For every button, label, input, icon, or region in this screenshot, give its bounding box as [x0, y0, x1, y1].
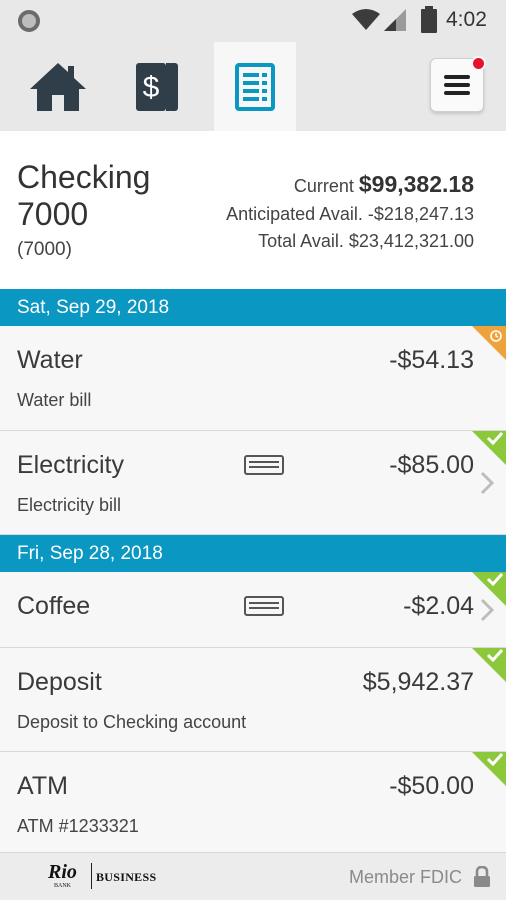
clock-icon [490, 330, 502, 342]
account-name: Checking 7000 [17, 159, 151, 232]
lock-icon [474, 866, 490, 887]
wifi-icon [352, 9, 380, 30]
anticipated-balance: Anticipated Avail. -$218,247.13 [226, 204, 474, 225]
date-header: Fri, Sep 28, 2018 [0, 535, 506, 572]
hamburger-menu-icon [444, 75, 470, 95]
menu-button[interactable] [430, 56, 486, 112]
transaction-amount: -$2.04 [403, 592, 474, 620]
logo-rio-text: Rio [48, 861, 77, 883]
account-number: (7000) [17, 239, 72, 260]
check-icon [486, 648, 504, 662]
total-balance: Total Avail. $23,412,321.00 [258, 231, 474, 252]
account-summary: Checking 7000 (7000) Current $99,382.18 … [0, 131, 506, 289]
battery-icon [421, 6, 437, 33]
current-balance: Current $99,382.18 [294, 171, 474, 198]
transaction-amount: -$50.00 [389, 772, 474, 800]
home-icon [30, 62, 86, 111]
card-icon [244, 596, 284, 616]
clock: 4:02 [446, 8, 487, 31]
check-icon [486, 752, 504, 766]
transaction-row[interactable]: Electricity -$85.00 Electricity bill [0, 431, 506, 535]
document-list-icon [235, 62, 275, 111]
signal-icon [384, 9, 406, 31]
total-balance-label: Total Avail. [258, 231, 344, 251]
check-icon [486, 572, 504, 586]
current-balance-value: $99,382.18 [358, 171, 474, 197]
transaction-amount: -$85.00 [389, 451, 474, 479]
current-balance-label: Current [293, 176, 354, 196]
chevron-right-icon [480, 471, 494, 495]
check-icon [486, 431, 504, 445]
tab-bar: $ [0, 42, 506, 131]
logo-bank-text: BANK [54, 883, 72, 889]
transaction-name: Deposit [17, 668, 102, 696]
footer: Rio BANK BUSINESS Member FDIC [0, 852, 506, 900]
date-header: Sat, Sep 29, 2018 [0, 289, 506, 326]
total-balance-value: $23,412,321.00 [348, 231, 474, 251]
transaction-name: ATM [17, 772, 68, 800]
transaction-amount: -$54.13 [389, 346, 474, 374]
transaction-row[interactable]: ATM -$50.00 ATM #1233321 [0, 752, 506, 852]
transaction-amount: $5,942.37 [362, 668, 474, 696]
anticipated-balance-value: -$218,247.13 [367, 204, 474, 224]
rio-bank-business-logo: Rio BANK BUSINESS [48, 861, 166, 893]
transaction-description: Deposit to Checking account [17, 712, 247, 732]
svg-text:$: $ [143, 71, 160, 104]
logo-business-text: BUSINESS [96, 870, 157, 884]
member-fdic-label: Member FDIC [348, 867, 462, 887]
tab-transactions[interactable] [214, 42, 296, 131]
transaction-name: Coffee [17, 592, 91, 620]
logo-divider [91, 863, 92, 889]
notification-badge [471, 56, 486, 71]
dollar-cards-icon: $ [134, 60, 178, 113]
card-icon [244, 455, 284, 475]
tab-accounts[interactable]: $ [115, 42, 197, 131]
transaction-row[interactable]: Coffee -$2.04 [0, 572, 506, 648]
transaction-description: ATM #1233321 [17, 816, 139, 836]
status-bar: 4:02 [0, 0, 506, 42]
transaction-description: Electricity bill [17, 495, 122, 515]
transaction-row[interactable]: Water -$54.13 Water bill [0, 326, 506, 431]
tab-home[interactable] [17, 42, 99, 131]
transaction-name: Electricity [17, 451, 124, 479]
transaction-description: Water bill [17, 390, 92, 410]
circle-indicator-icon [18, 10, 40, 32]
transaction-row[interactable]: Deposit $5,942.37 Deposit to Checking ac… [0, 648, 506, 752]
anticipated-balance-label: Anticipated Avail. [226, 204, 363, 224]
transaction-name: Water [17, 346, 83, 374]
